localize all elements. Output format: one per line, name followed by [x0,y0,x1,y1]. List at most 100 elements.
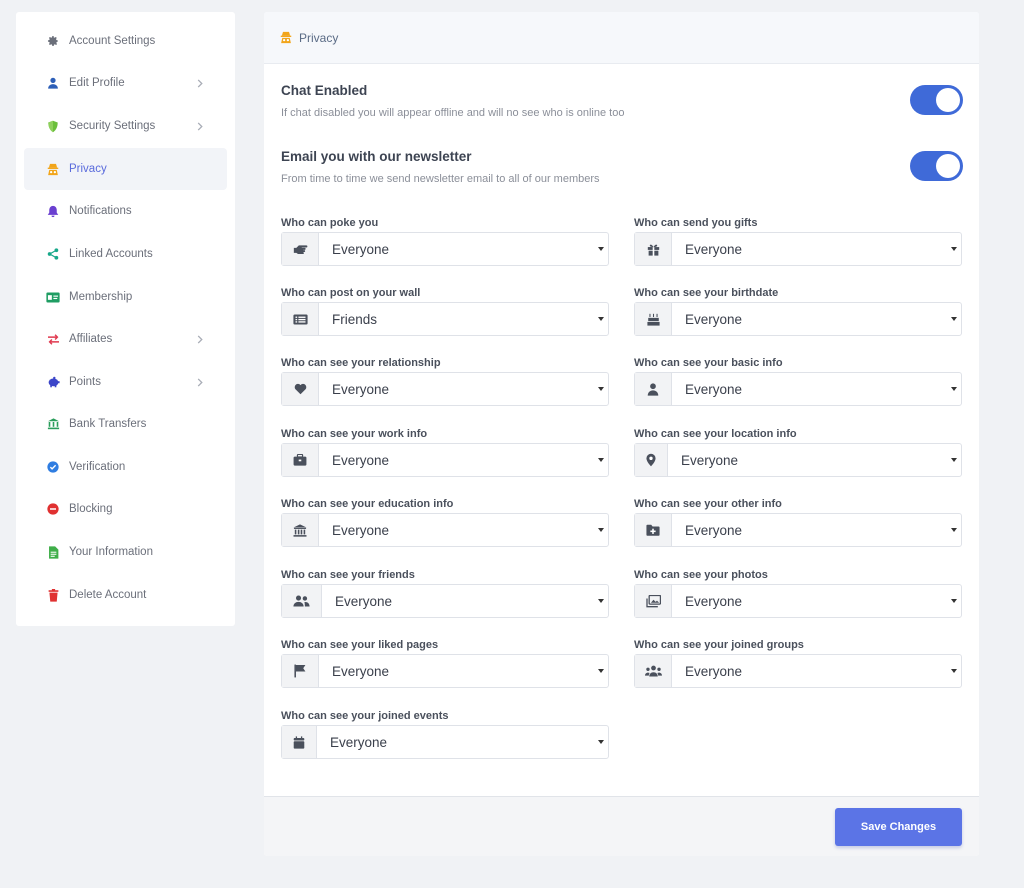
sidebar-item-label: Security Settings [69,120,156,132]
select-value[interactable]: Everyone [319,233,608,265]
chat-enabled-toggle[interactable] [910,85,963,115]
poke-privacy-select[interactable]: Everyone [281,232,609,266]
minus-circle-icon [46,502,60,516]
field-label: Who can see your work info [281,428,428,440]
wall-post-privacy-field: Who can post on your wall Friends [281,287,609,336]
sidebar-item-privacy[interactable]: Privacy [24,148,227,190]
share-icon [46,247,60,261]
birthdate-privacy-select[interactable]: Everyone [634,302,962,336]
calendar-icon [282,726,317,758]
document-icon [46,545,60,559]
sidebar-item-label: Bank Transfers [69,418,147,430]
sidebar-item-label: Blocking [69,503,113,515]
sidebar-item-blocking[interactable]: Blocking [24,488,227,530]
select-value[interactable]: Everyone [668,444,961,476]
caret-down-icon [950,597,958,605]
location-info-privacy-field: Who can see your location info Everyone [634,428,962,477]
sidebar-item-security-settings[interactable]: Security Settings [24,105,227,147]
field-label: Who can see your joined events [281,710,449,722]
education-info-privacy-field: Who can see your education info Everyone [281,498,609,547]
caret-down-icon [950,456,958,464]
sidebar-item-label: Your Information [69,546,153,558]
joined-events-privacy-field: Who can see your joined events Everyone [281,710,609,759]
save-changes-button[interactable]: Save Changes [835,808,962,846]
basic-info-privacy-select[interactable]: Everyone [634,372,962,406]
work-info-privacy-field: Who can see your work info Everyone [281,428,609,477]
caret-down-icon [597,597,605,605]
chevron-right-icon [194,375,206,389]
select-value[interactable]: Everyone [672,373,961,405]
images-icon [635,585,672,617]
select-value[interactable]: Everyone [319,373,608,405]
select-value[interactable]: Everyone [322,585,608,617]
gifts-privacy-select[interactable]: Everyone [634,232,962,266]
location-info-privacy-select[interactable]: Everyone [634,443,962,477]
relationship-privacy-field: Who can see your relationship Everyone [281,357,609,406]
joined-groups-privacy-select[interactable]: Everyone [634,654,962,688]
newsletter-toggle[interactable] [910,151,963,181]
selected-option: Everyone [685,241,743,257]
sidebar-item-membership[interactable]: Membership [24,276,227,318]
relationship-privacy-select[interactable]: Everyone [281,372,609,406]
select-value[interactable]: Everyone [672,655,961,687]
settings-sidebar: Account Settings Edit Profile Security S… [16,12,235,626]
education-info-privacy-select[interactable]: Everyone [281,513,609,547]
caret-down-icon [950,245,958,253]
other-info-privacy-field: Who can see your other info Everyone [634,498,962,547]
other-info-privacy-select[interactable]: Everyone [634,513,962,547]
field-label: Who can see your photos [634,569,768,581]
select-value[interactable]: Everyone [319,444,608,476]
caret-down-icon [597,526,605,534]
sidebar-item-points[interactable]: Points [24,361,227,403]
select-value[interactable]: Everyone [672,233,961,265]
chat-enabled-setting: Chat Enabled If chat disabled you will a… [281,83,963,119]
liked-pages-privacy-field: Who can see your liked pages Everyone [281,639,609,688]
caret-down-icon [950,315,958,323]
field-label: Who can see your relationship [281,357,441,369]
liked-pages-privacy-select[interactable]: Everyone [281,654,609,688]
select-value[interactable]: Everyone [672,585,961,617]
basic-info-privacy-field: Who can see your basic info Everyone [634,357,962,406]
select-value[interactable]: Everyone [317,726,608,758]
joined-events-privacy-select[interactable]: Everyone [281,725,609,759]
field-label: Who can see your birthdate [634,287,779,299]
caret-down-icon [597,667,605,675]
sidebar-item-label: Account Settings [69,35,156,47]
toggle-title: Email you with our newsletter [281,149,472,164]
work-info-privacy-select[interactable]: Everyone [281,443,609,477]
field-label: Who can post on your wall [281,287,421,299]
sidebar-item-label: Delete Account [69,589,147,601]
sidebar-item-affiliates[interactable]: Affiliates [24,318,227,360]
chevron-right-icon [194,119,206,133]
sidebar-item-verification[interactable]: Verification [24,446,227,488]
sidebar-item-account-settings[interactable]: Account Settings [24,20,227,62]
caret-down-icon [950,385,958,393]
sidebar-item-delete-account[interactable]: Delete Account [24,574,227,616]
sidebar-item-notifications[interactable]: Notifications [24,190,227,232]
photos-privacy-select[interactable]: Everyone [634,584,962,618]
sidebar-item-linked-accounts[interactable]: Linked Accounts [24,233,227,275]
photos-privacy-field: Who can see your photos Everyone [634,569,962,618]
wall-post-privacy-select[interactable]: Friends [281,302,609,336]
sidebar-item-label: Verification [69,461,126,473]
friends-privacy-field: Who can see your friends Everyone [281,569,609,618]
sidebar-item-bank-transfers[interactable]: Bank Transfers [24,403,227,445]
caret-down-icon [597,245,605,253]
sidebar-item-your-information[interactable]: Your Information [24,531,227,573]
chevron-right-icon [194,332,206,346]
select-value[interactable]: Everyone [319,514,608,546]
select-value[interactable]: Everyone [319,655,608,687]
user-icon [46,76,60,90]
flag-icon [282,655,319,687]
select-value[interactable]: Everyone [672,514,961,546]
select-value[interactable]: Friends [319,303,608,335]
select-value[interactable]: Everyone [672,303,961,335]
toggle-title: Chat Enabled [281,83,368,98]
incognito-icon [279,31,293,45]
incognito-icon [46,162,60,176]
selected-option: Everyone [685,593,743,609]
check-badge-icon [46,460,60,474]
sidebar-item-edit-profile[interactable]: Edit Profile [24,62,227,104]
sidebar-item-label: Privacy [69,163,107,175]
friends-privacy-select[interactable]: Everyone [281,584,609,618]
